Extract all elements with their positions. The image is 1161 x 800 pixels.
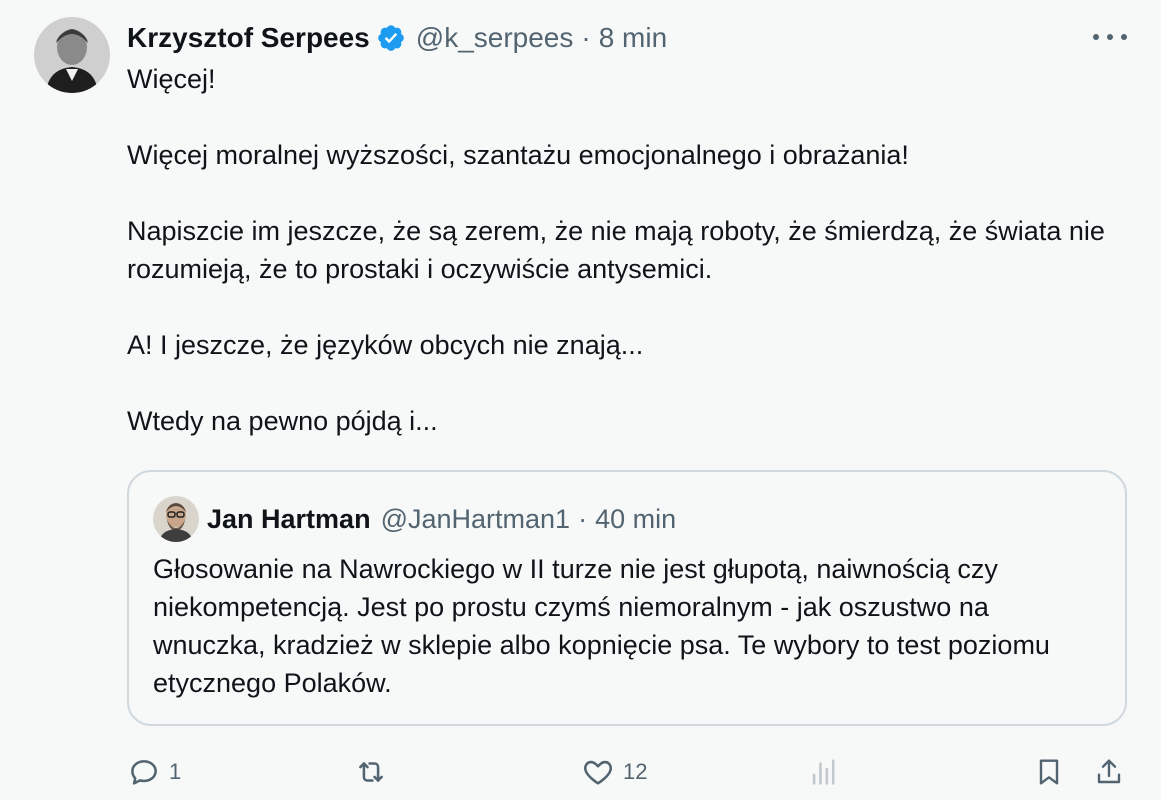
tweet-header: Krzysztof Serpees @k_serpees · 8 min [127, 18, 667, 58]
retweet-button[interactable] [353, 748, 397, 796]
tweet-paragraph: Więcej! [127, 64, 216, 94]
author-avatar[interactable] [34, 17, 110, 93]
retweet-icon [353, 755, 389, 789]
tweet-text: Więcej! Więcej moralnej wyższości, szant… [127, 60, 1117, 440]
quoted-author-avatar [153, 496, 199, 542]
quoted-tweet-header: Jan Hartman @JanHartman1 · 40 min [207, 500, 676, 538]
bookmark-icon [1033, 755, 1065, 789]
heart-icon [581, 755, 615, 789]
like-button[interactable]: 12 [581, 748, 647, 796]
views-chart-icon [807, 755, 841, 789]
quoted-author-handle: @JanHartman1 [380, 503, 571, 534]
views-button[interactable] [807, 748, 849, 796]
separator-dot: · [581, 22, 591, 53]
tweet-timestamp[interactable]: 8 min [599, 22, 667, 54]
action-bar: 1 12 [127, 748, 1127, 796]
tweet-paragraph: Wtedy na pewno pójdą i... [127, 406, 438, 436]
tweet-card[interactable]: Krzysztof Serpees @k_serpees · 8 min Wię… [0, 0, 1161, 800]
author-handle[interactable]: @k_serpees [416, 22, 574, 54]
share-button[interactable] [1093, 748, 1125, 796]
reply-button[interactable]: 1 [127, 748, 181, 796]
author-name[interactable]: Krzysztof Serpees [127, 22, 370, 54]
tweet-paragraph: A! I jeszcze, że języków obcych nie znaj… [127, 330, 644, 360]
verified-badge-icon[interactable] [376, 23, 406, 53]
quoted-author-name: Jan Hartman [207, 503, 371, 534]
reply-icon [127, 755, 161, 789]
like-count: 12 [623, 759, 648, 784]
share-icon [1093, 755, 1125, 789]
quoted-tweet-text: Głosowanie na Nawrockiego w II turze nie… [153, 554, 1050, 698]
more-options-icon[interactable] [1093, 26, 1127, 48]
bookmark-button[interactable] [1033, 748, 1065, 796]
tweet-paragraph: Napiszcie im jeszcze, że są zerem, że ni… [127, 216, 1105, 284]
separator-dot: · [578, 503, 588, 534]
quoted-tweet[interactable]: Jan Hartman @JanHartman1 · 40 min Głosow… [127, 470, 1127, 726]
quoted-tweet-timestamp: 40 min [595, 503, 677, 534]
tweet-paragraph: Więcej moralnej wyższości, szantażu emoc… [127, 140, 909, 170]
reply-count: 1 [169, 759, 182, 784]
